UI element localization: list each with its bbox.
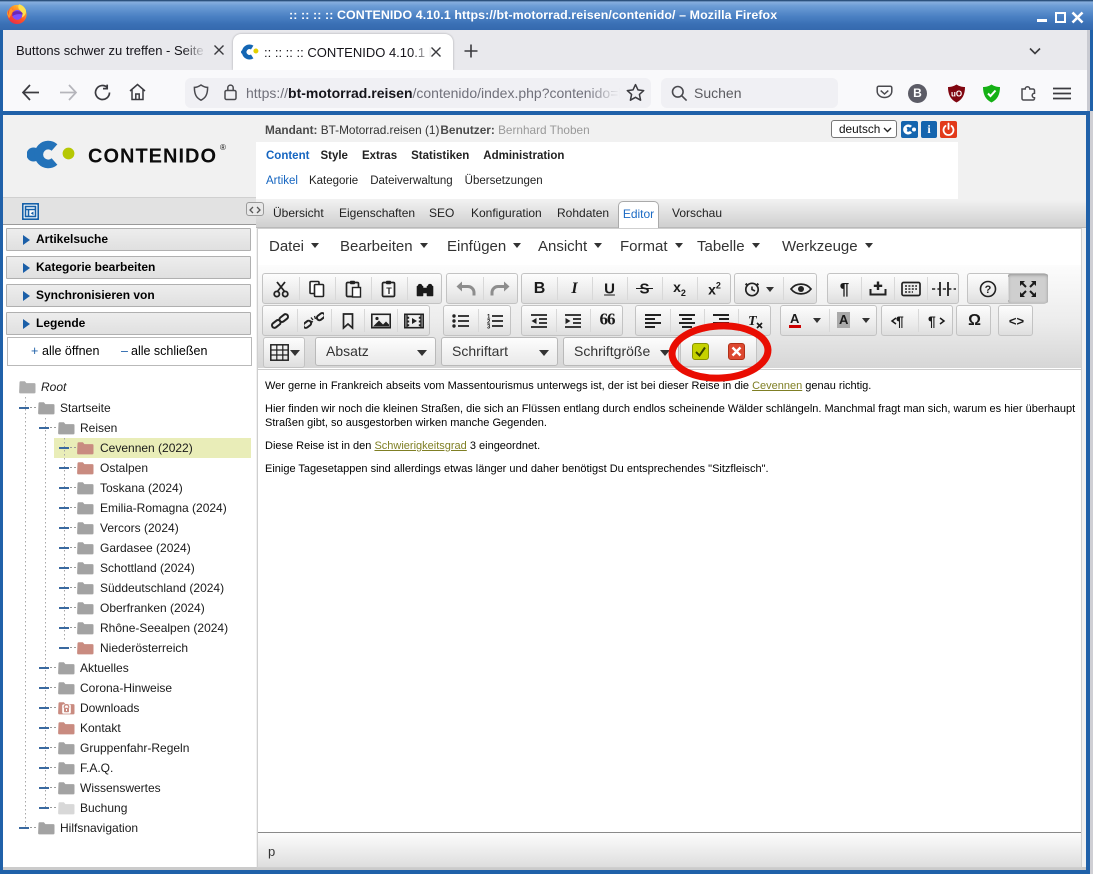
svg-text:T: T [386, 286, 392, 296]
svg-text:T: T [748, 314, 758, 329]
svg-text:¶: ¶ [928, 313, 936, 329]
svg-text:¶: ¶ [896, 313, 904, 329]
svg-text:®: ® [220, 143, 226, 152]
svg-text:CONTENIDO: CONTENIDO [88, 146, 217, 168]
svg-text:3: 3 [487, 324, 491, 328]
svg-text:?: ? [985, 284, 992, 296]
svg-text:uO: uO [951, 90, 962, 99]
